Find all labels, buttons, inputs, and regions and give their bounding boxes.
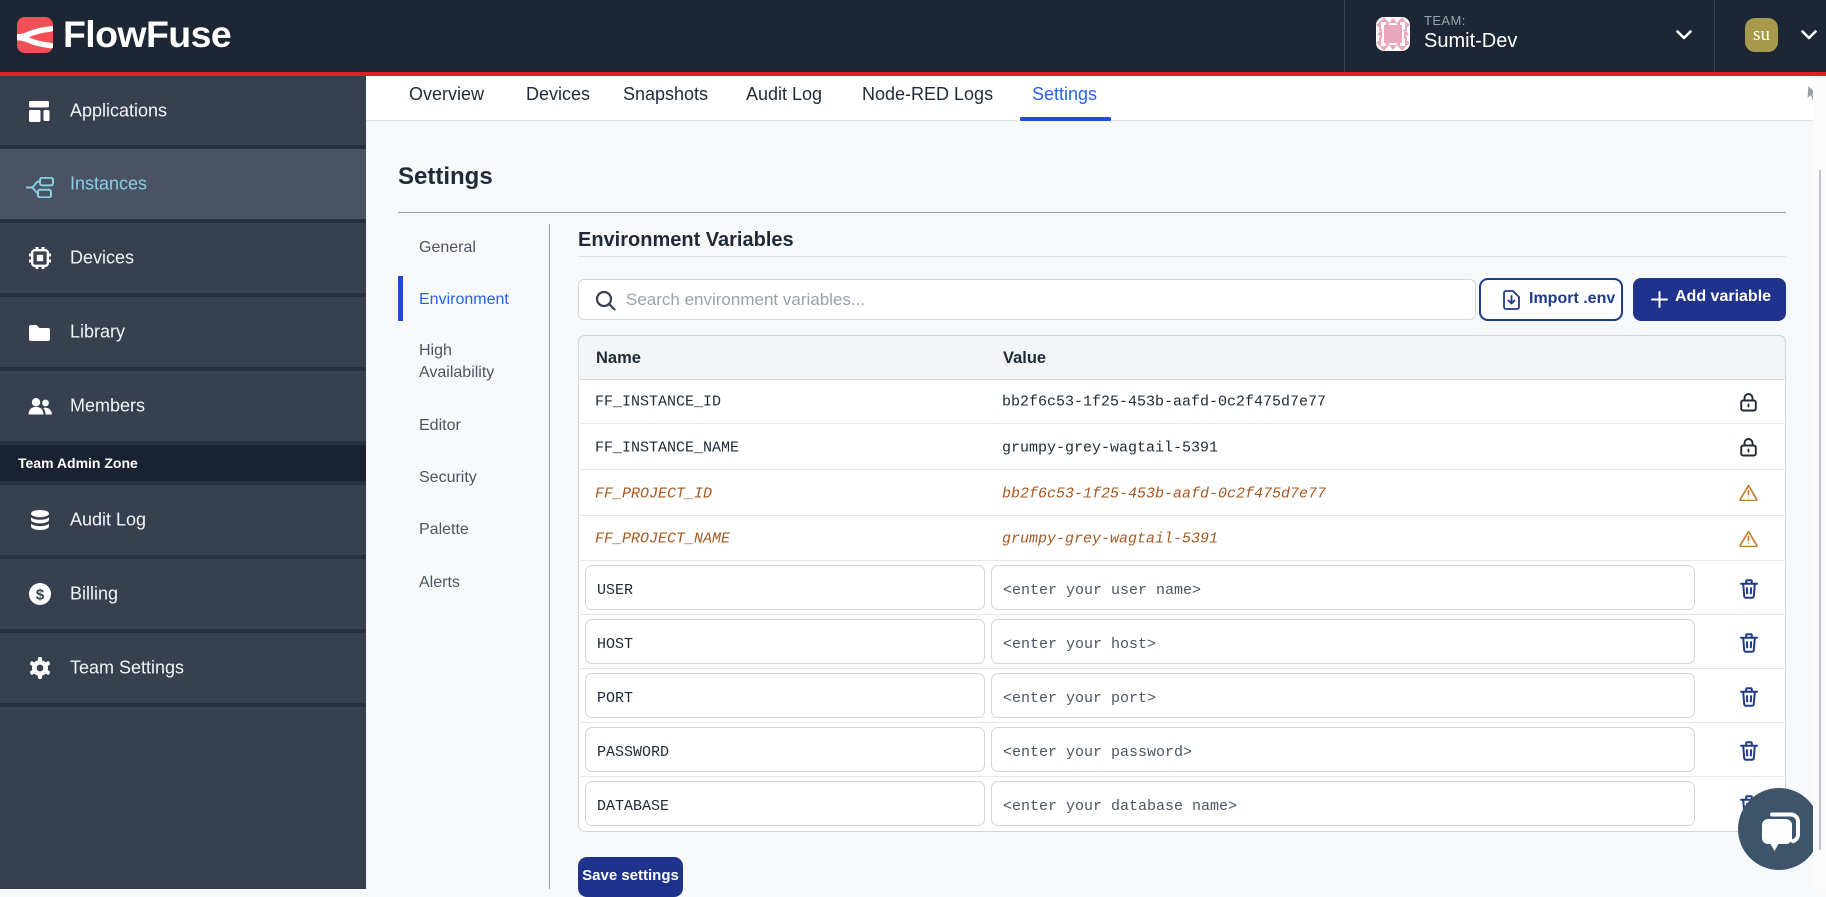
svg-text:$: $ <box>36 586 45 603</box>
